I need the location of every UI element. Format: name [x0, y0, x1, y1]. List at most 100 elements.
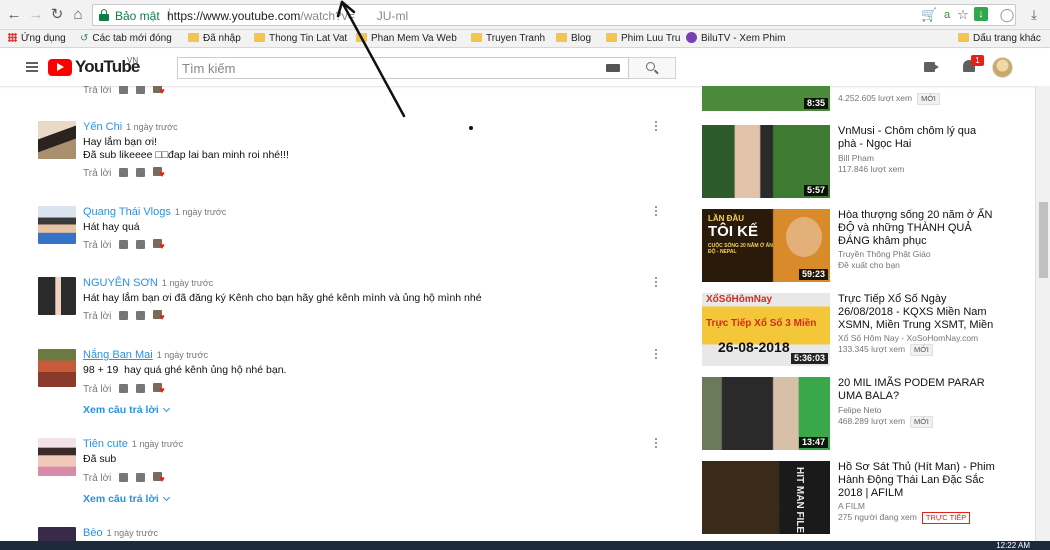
comment-author[interactable]: NGUYÊN SƠN 1 ngày trước	[83, 277, 213, 289]
commenter-avatar[interactable]	[38, 206, 76, 244]
reply-button[interactable]: Trả lời	[83, 473, 111, 484]
reply-button[interactable]: Trả lời	[83, 168, 111, 179]
thumbs-up-icon[interactable]	[119, 168, 129, 177]
reply-button[interactable]: Trả lời	[83, 384, 111, 395]
lock-icon[interactable]	[99, 9, 109, 21]
bookmark-other[interactable]: Dấu trang khác	[958, 32, 1041, 46]
shield-icon[interactable]: ◯	[999, 7, 1015, 23]
video-channel[interactable]: A FILM	[838, 501, 865, 511]
commenter-avatar[interactable]	[38, 349, 76, 387]
comment-author[interactable]: Yến Chi 1 ngày trước	[83, 121, 178, 133]
comment-author[interactable]: Nắng Ban Mai 1 ngày trước	[83, 349, 208, 361]
video-channel[interactable]: Xổ Số Hôm Nay - XoSoHomNay.com	[838, 333, 978, 343]
video-channel[interactable]: Truyền Thông Phật Giáo	[838, 249, 931, 259]
search-box[interactable]	[177, 57, 629, 79]
commenter-avatar[interactable]	[38, 438, 76, 476]
video-item[interactable]: 13:47 20 MIL IMÃS PODEM PARAR UMA BALA? …	[702, 377, 1032, 453]
taskbar-clock: 12:22 AM	[996, 541, 1030, 550]
comment-author[interactable]: Quang Thái Vlogs 1 ngày trước	[83, 206, 226, 218]
thumbs-down-icon[interactable]	[136, 86, 146, 94]
chevron-down-icon	[162, 404, 170, 413]
video-channel[interactable]: Felipe Neto	[838, 405, 881, 415]
thumbs-down-icon[interactable]	[136, 240, 146, 249]
secure-label[interactable]: Bảo mật	[115, 9, 160, 23]
bilutv-site-icon	[686, 32, 697, 43]
reply-button[interactable]: Trả lời	[83, 86, 111, 96]
bookmark-apps[interactable]: Ứng dụng	[8, 32, 66, 46]
commenter-avatar[interactable]	[38, 121, 76, 159]
video-thumbnail[interactable]: XổSốHômNay Trực Tiếp Xổ Số 3 Miền 26-08-…	[702, 293, 830, 366]
bookmark-bilutv[interactable]: BiluTV - Xem Phim	[686, 32, 785, 46]
star-bookmark-icon[interactable]: ☆	[955, 7, 971, 23]
video-item[interactable]: HIT MAN FILE Hồ Sơ Sát Thủ (Hít Man) - P…	[702, 461, 1032, 537]
video-title[interactable]: VnMusi - Chôm chôm lý qua phà - Ngọc Hai	[838, 125, 996, 151]
bookmark-blog[interactable]: Blog	[556, 32, 591, 46]
comment-author[interactable]: Tiên cute 1 ngày trước	[83, 438, 183, 450]
video-title[interactable]: Trực Tiếp Xổ Số Ngày 26/08/2018 - KQXS M…	[838, 293, 996, 332]
more-options-icon[interactable]	[654, 438, 658, 450]
reload-icon[interactable]: ↻	[49, 7, 65, 23]
search-input[interactable]	[182, 60, 602, 76]
chevron-down-icon	[162, 493, 170, 502]
download-icon[interactable]: ⤓	[1026, 7, 1042, 23]
video-item[interactable]: 8:35 4.252.605 lượt xem MỚI	[702, 86, 1032, 114]
view-replies-link[interactable]: Xem câu trả lời	[83, 493, 170, 505]
video-thumbnail[interactable]: 5:57	[702, 125, 830, 198]
commenter-avatar[interactable]	[38, 527, 76, 541]
page-scrollbar[interactable]	[1035, 86, 1050, 541]
search-button[interactable]	[629, 57, 676, 79]
account-avatar[interactable]	[992, 57, 1013, 78]
more-options-icon[interactable]	[654, 206, 658, 218]
comment-author[interactable]: Bèo 1 ngày trước	[83, 527, 158, 539]
scrollbar-thumb[interactable]	[1039, 202, 1048, 278]
video-title[interactable]: 20 MIL IMÃS PODEM PARAR UMA BALA?	[838, 377, 996, 403]
bookmark-phan-mem[interactable]: Phan Mem Va Web	[356, 32, 457, 46]
translate-icon[interactable]: a	[939, 7, 955, 23]
thumbs-up-icon[interactable]	[119, 473, 129, 482]
thumb-brand: XổSốHômNay	[706, 294, 773, 305]
bookmark-thong-tin[interactable]: Thong Tin Lat Vat	[254, 32, 347, 46]
bookmark-recent-tabs[interactable]: ↺ Các tab mới đóng	[80, 32, 172, 46]
video-title[interactable]: Hồ Sơ Sát Thủ (Hít Man) - Phim Hành Động…	[838, 461, 996, 500]
bookmark-phim-luu-tru[interactable]: Phim Luu Tru	[606, 32, 680, 46]
cart-icon[interactable]: 🛒	[921, 7, 937, 23]
video-thumbnail[interactable]: 8:35	[702, 86, 830, 111]
video-thumbnail[interactable]: HIT MAN FILE	[702, 461, 830, 534]
search-icon	[646, 62, 655, 71]
video-item[interactable]: 5:57 VnMusi - Chôm chôm lý qua phà - Ngọ…	[702, 125, 1032, 201]
more-options-icon[interactable]	[654, 121, 658, 133]
youtube-logo-icon[interactable]	[48, 59, 72, 76]
more-options-icon[interactable]	[654, 277, 658, 289]
commenter-avatar[interactable]	[38, 277, 76, 315]
reply-button[interactable]: Trả lời	[83, 240, 111, 251]
view-replies-link[interactable]: Xem câu trả lời	[83, 404, 170, 416]
download-extension-icon[interactable]: ↓	[974, 7, 988, 21]
reply-button[interactable]: Trả lời	[83, 311, 111, 322]
upload-video-icon[interactable]	[924, 62, 939, 72]
video-thumbnail[interactable]: 13:47	[702, 377, 830, 450]
video-item[interactable]: LẦN ĐẦU TÔI KỂ CUỘC SỐNG 20 NĂM Ở ẤN ĐỘ …	[702, 209, 1032, 285]
thumbs-down-icon[interactable]	[136, 168, 146, 177]
thumbs-down-icon[interactable]	[136, 473, 146, 482]
thumbs-up-icon[interactable]	[119, 86, 129, 94]
forward-arrow-icon[interactable]: →	[28, 7, 44, 23]
keyboard-icon[interactable]	[606, 64, 620, 72]
home-icon[interactable]: ⌂	[70, 7, 86, 23]
video-title[interactable]: Hòa thượng sống 20 năm ở ẤN ĐỘ và những …	[838, 209, 996, 248]
os-taskbar: 12:22 AM	[0, 541, 1050, 550]
video-item[interactable]: XổSốHômNay Trực Tiếp Xổ Số 3 Miền 26-08-…	[702, 293, 1032, 369]
more-options-icon[interactable]	[654, 349, 658, 361]
thumbs-down-icon[interactable]	[136, 384, 146, 393]
thumbs-up-icon[interactable]	[119, 384, 129, 393]
thumbs-down-icon[interactable]	[136, 311, 146, 320]
thumbs-up-icon[interactable]	[119, 311, 129, 320]
menu-icon[interactable]	[26, 62, 38, 72]
url-text[interactable]: https://www.youtube.com/watch?v= JU-ml	[167, 9, 408, 23]
video-channel[interactable]: Bill Pham	[838, 153, 874, 163]
back-arrow-icon[interactable]: ←	[6, 7, 22, 23]
thumbs-up-icon[interactable]	[119, 240, 129, 249]
address-bar[interactable]: Bảo mật https://www.youtube.com/watch?v=…	[92, 4, 1016, 26]
video-thumbnail[interactable]: LẦN ĐẦU TÔI KỂ CUỘC SỐNG 20 NĂM Ở ẤN ĐỘ …	[702, 209, 830, 282]
bookmark-truyen-tranh[interactable]: Truyen Tranh	[471, 32, 545, 46]
bookmark-imported[interactable]: Đã nhập	[188, 32, 241, 46]
